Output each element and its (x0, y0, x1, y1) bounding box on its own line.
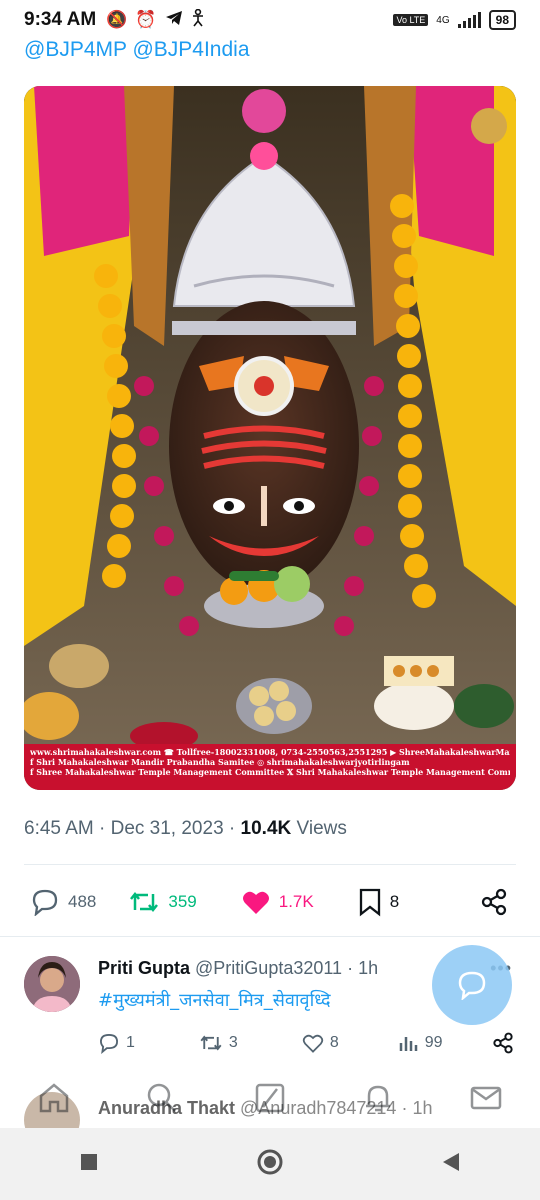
heart-icon (242, 891, 269, 914)
divider (0, 936, 540, 937)
system-nav-bar (0, 1128, 540, 1200)
reply-views-count: 99 (424, 1034, 443, 1051)
retweet-icon (130, 891, 159, 913)
like-button[interactable]: 1.7K (241, 888, 314, 916)
reply-count: 488 (68, 892, 97, 911)
bookmark-icon (359, 888, 380, 917)
shrine-illustration (24, 86, 516, 790)
recents-button[interactable] (79, 1152, 99, 1177)
temple-info-banner: www.shrimahakaleshwar.com ☎ Tollfree-180… (24, 744, 516, 790)
reply-actions: 1 3 8 99 (98, 1032, 518, 1054)
grok-icon[interactable] (253, 1081, 287, 1120)
reply-hashtag[interactable]: #मुख्यमंत्री_जनसेवा_मित्र_सेवावृध्दि (98, 988, 331, 1012)
tweet-date: Dec 31, 2023 (110, 818, 224, 839)
battery-icon: 98 (488, 10, 516, 30)
reply-display-name[interactable]: Priti Gupta (98, 958, 190, 978)
reply-views-button[interactable]: 99 (399, 1033, 443, 1053)
analytics-icon (399, 1037, 417, 1051)
alarm-icon: ⏰ (135, 10, 157, 29)
tweet-timestamp: 6:45 AM · Dec 31, 2023 · 10.4K Views (24, 818, 347, 839)
retweet-icon (200, 1035, 222, 1051)
reply-share-button[interactable] (492, 1032, 514, 1054)
reply-like-count: 8 (329, 1034, 339, 1051)
reply-age: 1h (358, 958, 379, 978)
network-type: 4G (436, 14, 450, 26)
volte-badge: Vo LTE (393, 14, 429, 26)
bookmark-count: 8 (389, 892, 400, 911)
reply-reply-button[interactable]: 1 (98, 1032, 135, 1054)
user-photo (24, 956, 80, 1012)
share-icon (481, 888, 507, 916)
retweet-button[interactable]: 359 (128, 888, 197, 916)
divider (24, 864, 516, 865)
accessibility-icon (191, 8, 205, 32)
reply-like-button[interactable]: 8 (302, 1033, 339, 1053)
telegram-icon (165, 10, 183, 31)
reply-retweet-count: 3 (228, 1034, 238, 1051)
signal-icon (457, 12, 481, 28)
views-count: 10.4K (240, 818, 292, 839)
compose-reply-button[interactable] (432, 945, 512, 1025)
home-button[interactable] (256, 1148, 284, 1181)
back-button[interactable] (441, 1151, 461, 1178)
reply-button[interactable]: 488 (30, 888, 96, 916)
chat-bubble-icon (458, 971, 486, 1000)
like-count: 1.7K (278, 892, 314, 911)
reply-reply-count: 1 (126, 1034, 135, 1051)
notifications-icon[interactable] (361, 1081, 395, 1120)
share-button[interactable] (480, 888, 508, 916)
search-icon[interactable] (145, 1081, 179, 1120)
home-icon[interactable] (37, 1081, 71, 1120)
messages-icon[interactable] (469, 1081, 503, 1120)
bottom-tab-bar (0, 1072, 540, 1128)
reply-author: Priti Gupta @PritiGupta32011 · 1h (98, 958, 379, 978)
bookmark-button[interactable]: 8 (358, 887, 399, 917)
views-label: Views (296, 818, 347, 839)
heart-outline-icon (302, 1034, 323, 1053)
tweet-image[interactable]: www.shrimahakaleshwar.com ☎ Tollfree-180… (24, 86, 516, 790)
share-icon (493, 1032, 513, 1054)
tweet-actions: 488 359 1.7K 8 (24, 880, 516, 924)
banner-line-3: f Shree Mahakaleshwar Temple Management … (30, 767, 510, 777)
reply-icon (32, 889, 58, 916)
reply-handle: @PritiGupta32011 (195, 958, 343, 978)
reply-retweet-button[interactable]: 3 (199, 1032, 238, 1054)
mute-icon: 🔕 (106, 10, 128, 29)
avatar[interactable] (24, 956, 80, 1012)
retweet-count: 359 (168, 892, 197, 911)
banner-line-1: www.shrimahakaleshwar.com ☎ Tollfree-180… (30, 747, 510, 757)
status-bar: 9:34 AM 🔕 ⏰ Vo LTE 4G 98 (0, 0, 540, 40)
banner-line-2: f Shri Mahakaleshwar Mandir Prabandha Sa… (30, 757, 410, 767)
tweet-mentions[interactable]: @BJP4MP @BJP4India (24, 38, 250, 62)
reply-icon (100, 1034, 118, 1054)
status-time: 9:34 AM (24, 9, 97, 30)
tweet-time: 6:45 AM (24, 818, 94, 839)
